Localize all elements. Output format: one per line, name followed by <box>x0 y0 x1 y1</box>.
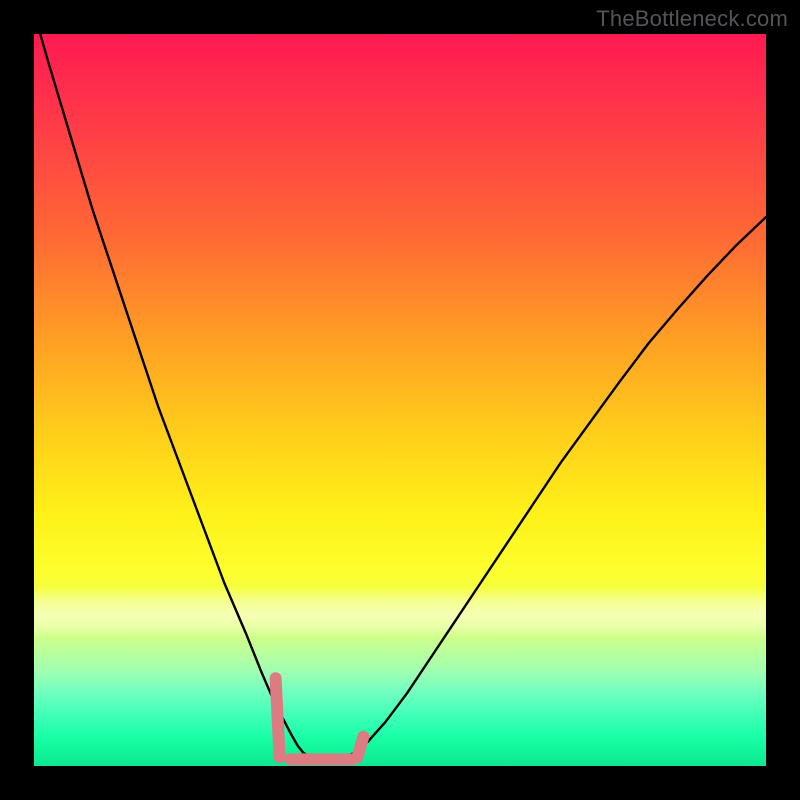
bottleneck-curve-path <box>34 34 766 759</box>
chart-frame: TheBottleneck.com <box>0 0 800 800</box>
bottleneck-curve-svg <box>34 34 766 766</box>
plot-area <box>34 34 766 766</box>
watermark-label: TheBottleneck.com <box>596 6 788 32</box>
highlight-band <box>276 678 364 759</box>
